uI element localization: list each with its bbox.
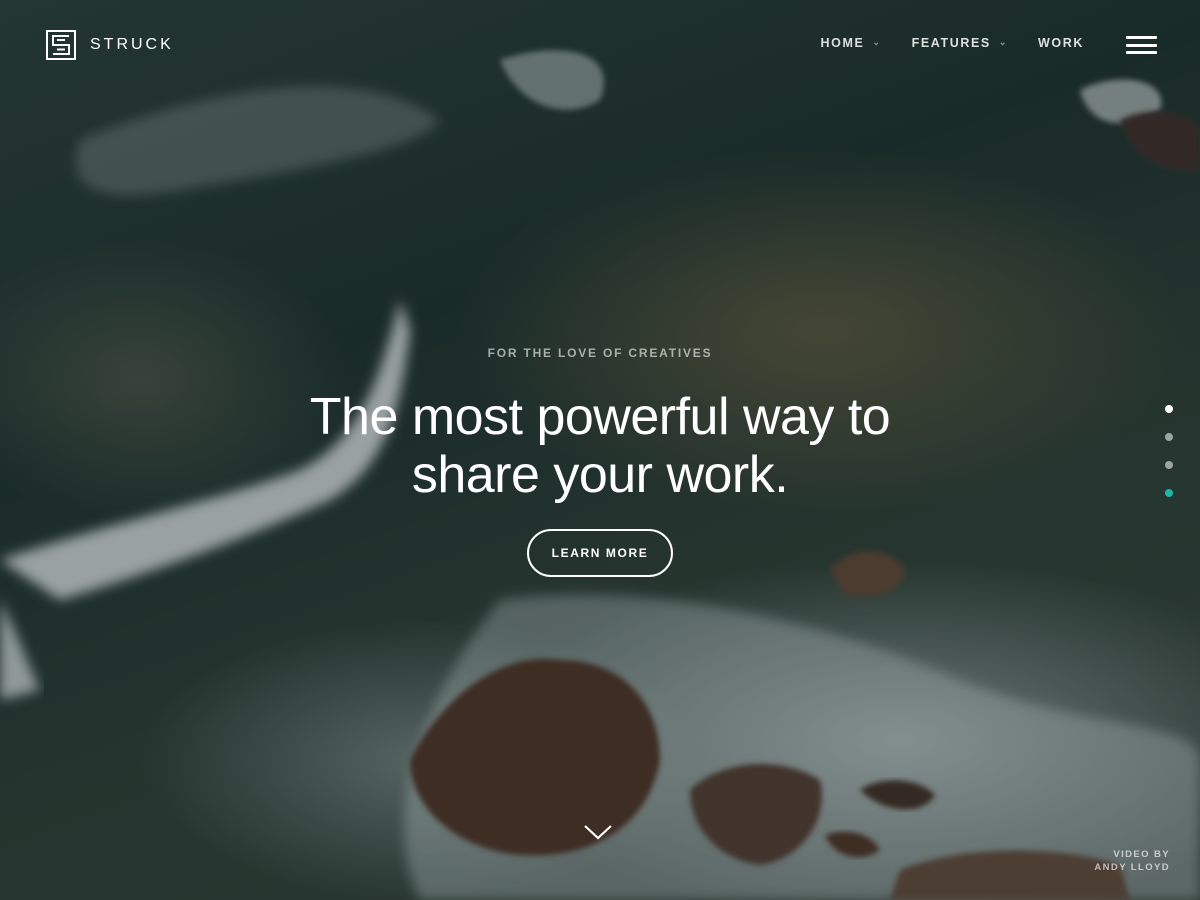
brand-logo[interactable]: STRUCK xyxy=(46,30,174,60)
nav-item-label: HOME xyxy=(820,36,865,50)
struck-logo-icon xyxy=(46,30,76,60)
chevron-down-icon: ⌄ xyxy=(998,36,1009,47)
menu-bar xyxy=(1126,51,1157,54)
slider-dots xyxy=(1165,405,1173,497)
hero-headline: The most powerful way to share your work… xyxy=(0,388,1200,504)
slider-dot[interactable] xyxy=(1165,433,1173,441)
headline-line-1: The most powerful way to xyxy=(309,388,891,446)
slider-dot[interactable] xyxy=(1165,405,1173,413)
chevron-down-icon: ⌄ xyxy=(872,36,882,47)
nav-item-work[interactable]: WORK xyxy=(1038,36,1084,50)
credit-line-1: VIDEO BY xyxy=(1113,849,1170,860)
credit-line-2: ANDY LLOYD xyxy=(1094,862,1170,873)
slider-dot[interactable] xyxy=(1165,489,1173,497)
menu-bar xyxy=(1126,43,1157,47)
chevron-down-icon[interactable] xyxy=(582,822,614,842)
hamburger-menu-icon[interactable] xyxy=(1126,36,1157,54)
headline-line-2: share your work. xyxy=(411,446,789,504)
nav-item-features[interactable]: FEATURES ⌄ xyxy=(912,36,1008,50)
main-nav: HOME ⌄ FEATURES ⌄ WORK xyxy=(821,36,1084,50)
nav-item-label: WORK xyxy=(1038,36,1084,50)
nav-item-label: FEATURES xyxy=(911,36,991,50)
video-credit: VIDEO BY ANDY LLOYD xyxy=(1094,848,1170,874)
slider-dot[interactable] xyxy=(1165,461,1173,469)
learn-more-button[interactable]: LEARN MORE xyxy=(527,529,673,577)
menu-bar xyxy=(1126,36,1157,39)
hero-section: STRUCK HOME ⌄ FEATURES ⌄ WORK FOR THE LO… xyxy=(0,0,1200,900)
nav-item-home[interactable]: HOME ⌄ xyxy=(821,36,882,50)
brand-name: STRUCK xyxy=(90,36,174,53)
hero-eyebrow: FOR THE LOVE OF CREATIVES xyxy=(487,346,713,360)
